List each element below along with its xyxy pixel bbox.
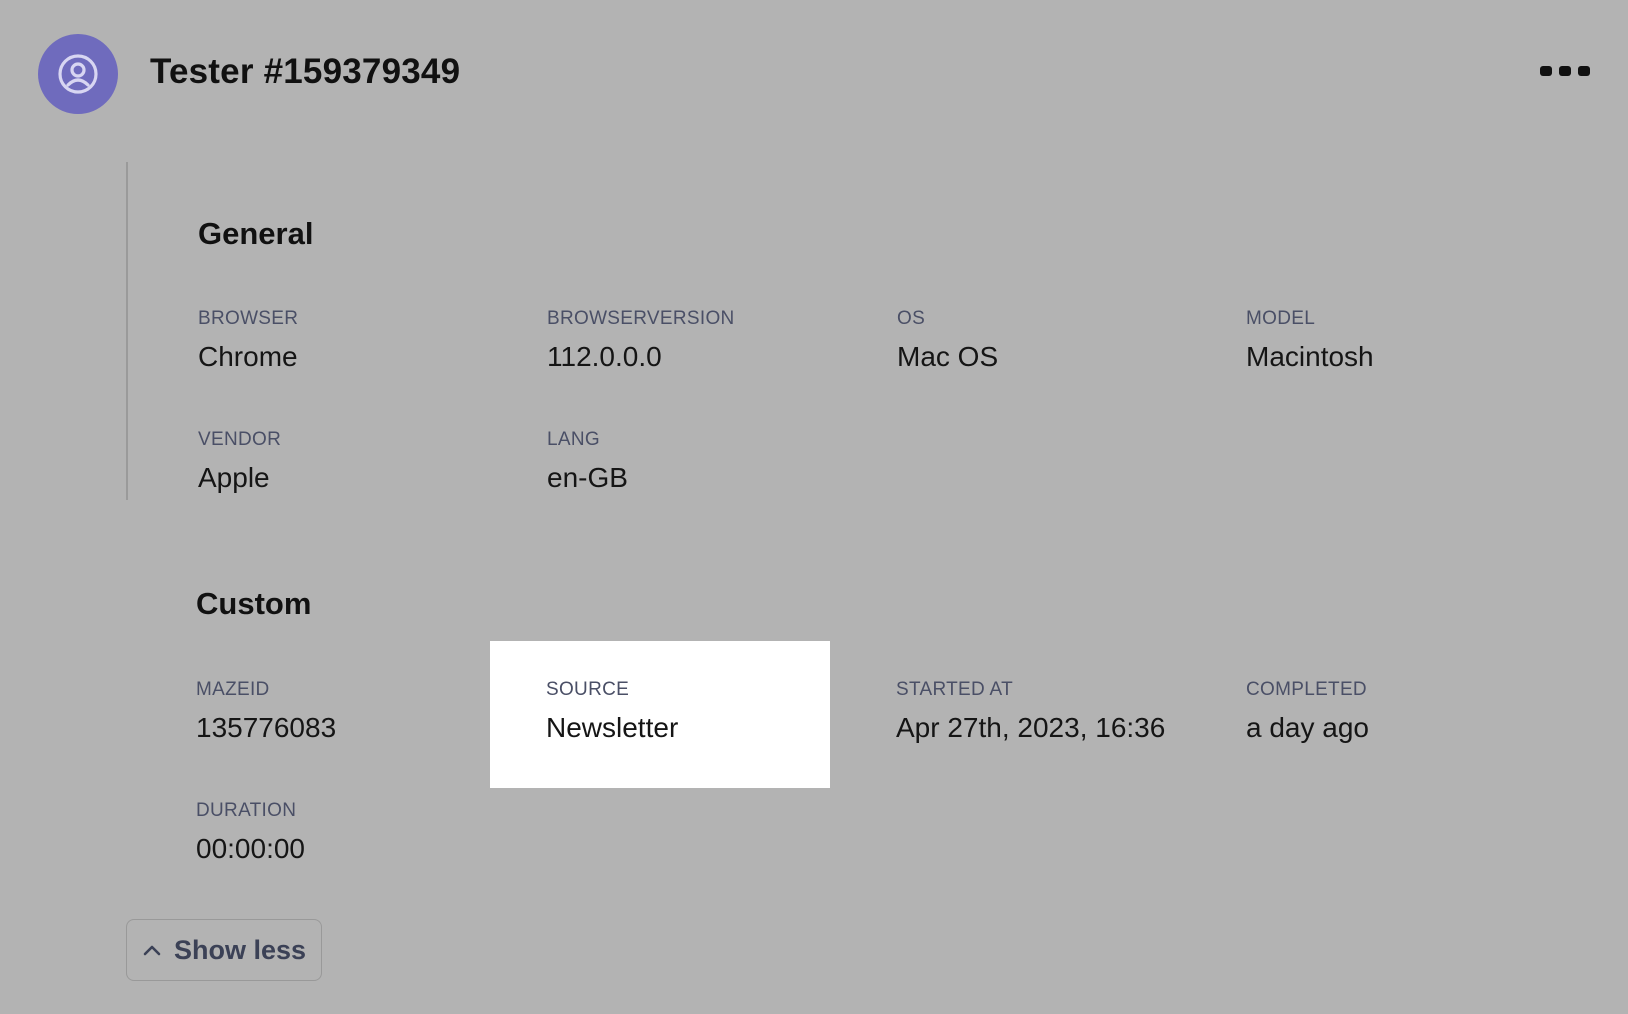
field-value: Apple	[198, 462, 270, 493]
field-label: SOURCE	[546, 679, 630, 700]
section-divider	[126, 162, 128, 500]
more-dot	[1540, 66, 1552, 76]
show-less-button[interactable]: Show less	[126, 919, 322, 981]
field-os: OS Mac OS	[897, 308, 1217, 373]
field-started-at: STARTED AT Apr 27th, 2023, 16:36	[896, 679, 1216, 744]
field-label: BROWSERVERSION	[547, 308, 735, 329]
more-options-button[interactable]	[1540, 56, 1590, 86]
field-label: DURATION	[196, 800, 297, 821]
field-browserversion: BROWSERVERSION 112.0.0.0	[547, 308, 867, 373]
field-value: 135776083	[196, 712, 337, 743]
field-value: 00:00:00	[196, 833, 305, 864]
field-label: VENDOR	[198, 429, 282, 450]
field-label: LANG	[547, 429, 600, 450]
page-title: Tester #159379349	[150, 52, 461, 91]
field-mazeid: MAZEID 135776083	[196, 679, 516, 744]
field-value: a day ago	[1246, 712, 1369, 743]
field-value: Mac OS	[897, 341, 999, 372]
field-label: STARTED AT	[896, 679, 1014, 700]
field-label: BROWSER	[198, 308, 299, 329]
field-value: 112.0.0.0	[547, 341, 662, 372]
field-label: COMPLETED	[1246, 679, 1367, 700]
page-header: Tester #159379349	[38, 34, 1590, 114]
field-label: MAZEID	[196, 679, 270, 700]
field-value: Macintosh	[1246, 341, 1374, 372]
field-value: Newsletter	[546, 712, 679, 743]
user-circle-icon	[58, 54, 98, 94]
field-duration: DURATION 00:00:00	[196, 800, 516, 865]
show-less-label: Show less	[173, 934, 307, 965]
field-model: MODEL Macintosh	[1246, 308, 1566, 373]
section-title-general: General	[198, 216, 314, 251]
field-source: SOURCE Newsletter	[546, 679, 866, 744]
field-label: MODEL	[1246, 308, 1316, 329]
field-label: OS	[897, 308, 926, 329]
avatar	[38, 34, 118, 114]
more-dot	[1559, 66, 1571, 76]
field-value: en-GB	[547, 462, 628, 493]
more-dot	[1578, 66, 1590, 76]
field-completed: COMPLETED a day ago	[1246, 679, 1566, 744]
field-browser: BROWSER Chrome	[198, 308, 518, 373]
section-title-custom: Custom	[196, 586, 312, 621]
field-value: Chrome	[198, 341, 298, 372]
field-vendor: VENDOR Apple	[198, 429, 518, 494]
chevron-up-icon	[143, 945, 161, 956]
field-lang: LANG en-GB	[547, 429, 867, 494]
field-value: Apr 27th, 2023, 16:36	[896, 712, 1166, 743]
